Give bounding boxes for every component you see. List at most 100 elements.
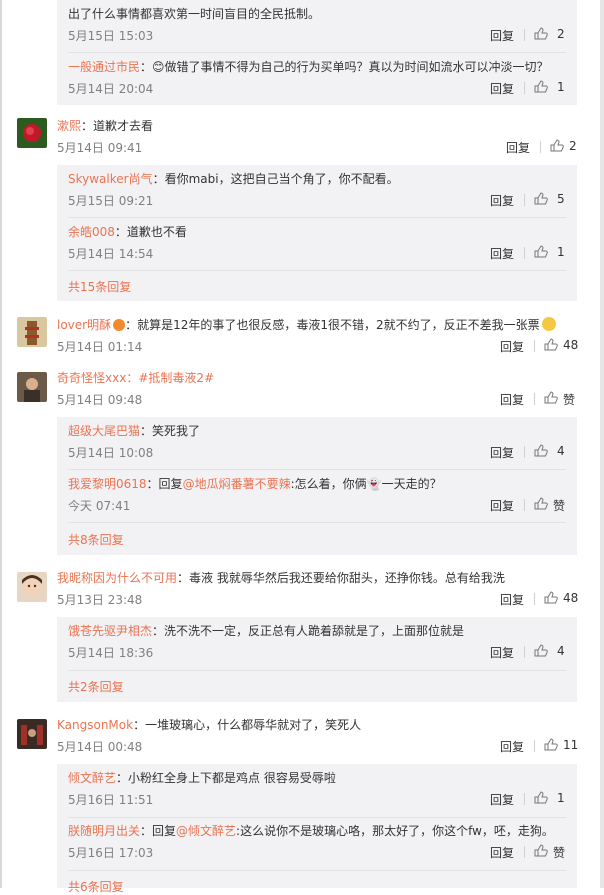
username-link[interactable]: 奇奇怪怪xxx: [57, 371, 126, 385]
reply-button[interactable]: 回复: [500, 738, 524, 755]
avatar[interactable]: [17, 372, 47, 402]
thumb-up-icon[interactable]: [544, 338, 558, 351]
more-replies-link[interactable]: 共15条回复: [68, 278, 131, 295]
hashtag-link[interactable]: ：#抵制毒液2#: [126, 371, 214, 385]
reply-button[interactable]: 回复: [500, 391, 524, 408]
thumb-up-icon[interactable]: [544, 738, 558, 751]
sub-reply-time: 5月14日 10:08: [68, 446, 154, 460]
thumb-up-icon[interactable]: [534, 497, 548, 510]
sub-reply-text: 超级大尾巴猫：笑死我了: [68, 424, 201, 438]
divider: [68, 522, 566, 523]
username-link[interactable]: 我昵称因为什么不可用: [57, 571, 177, 585]
more-replies-link[interactable]: 共6条回复: [68, 878, 124, 895]
more-replies-link[interactable]: 共2条回复: [68, 678, 124, 695]
username-link[interactable]: 余皓008: [68, 225, 115, 239]
more-replies-link[interactable]: 共8条回复: [68, 531, 124, 548]
avatar[interactable]: [17, 317, 47, 347]
vip-badge-icon: [113, 319, 126, 331]
username-link[interactable]: 倾文醉艺: [68, 771, 116, 785]
reply-button[interactable]: 回复: [490, 791, 514, 808]
username-link[interactable]: 超级大尾巴猫: [68, 424, 140, 438]
reply-button[interactable]: 回复: [490, 192, 514, 209]
username-link[interactable]: 饿苍先驱尹相杰: [68, 624, 152, 638]
like-count: 4: [557, 444, 565, 458]
username-link[interactable]: 我爱黎明0618: [68, 477, 147, 491]
sub-reply-time: 5月14日 14:54: [68, 247, 154, 261]
sub-reply-text: 倾文醉艺：小粉红全身上下都是鸡点 很容易受辱啦: [68, 771, 336, 785]
avatar[interactable]: [17, 118, 47, 148]
divider: [524, 446, 525, 458]
username-link[interactable]: lover明酥: [57, 318, 111, 332]
thumb-up-icon[interactable]: [534, 27, 548, 40]
reply-button[interactable]: 回复: [490, 444, 514, 461]
username-link[interactable]: 一般通过市民: [68, 60, 140, 74]
sub-reply-text: Skywalker尚气：看你mabi，这把自己当个角了，你不配看。: [68, 172, 399, 186]
divider: [524, 793, 525, 805]
thumb-up-icon[interactable]: [544, 591, 558, 604]
reply-list: 超级大尾巴猫：笑死我了 5月14日 10:08 回复 4 我爱黎明0618：回复…: [57, 417, 577, 555]
username-link[interactable]: KangsonMok: [57, 718, 133, 732]
like-button-label[interactable]: 赞: [553, 844, 565, 861]
thumb-up-icon[interactable]: [544, 391, 558, 404]
comment-text: 我昵称因为什么不可用：毒液 我就辱华然后我还要给你甜头，还挣你钱。总有给我洗: [57, 571, 505, 585]
mention-link[interactable]: @倾文醉艺: [176, 824, 236, 838]
thumb-up-icon[interactable]: [534, 444, 548, 457]
comment: 奇奇怪怪xxx：#抵制毒液2# 5月14日 09:48 回复 赞: [0, 364, 600, 417]
sub-reply: 超级大尾巴猫：笑死我了 5月14日 10:08 回复 4: [57, 417, 577, 470]
divider: [534, 593, 535, 605]
thumb-up-icon[interactable]: [550, 139, 564, 152]
avatar[interactable]: [17, 719, 47, 749]
like-count: 48: [563, 338, 579, 352]
like-count: 48: [563, 591, 579, 605]
reply-button[interactable]: 回复: [490, 844, 514, 861]
thumb-up-icon[interactable]: [534, 644, 548, 657]
sub-reply: 朕随明月出关：回复@倾文醉艺:这么说你不是玻璃心咯，那太好了，你这个fw，呸，走…: [57, 817, 577, 870]
reply-button[interactable]: 回复: [490, 644, 514, 661]
reply-button[interactable]: 回复: [490, 80, 514, 97]
reply-button[interactable]: 回复: [500, 591, 524, 608]
like-button-label[interactable]: 赞: [563, 391, 575, 408]
username-link[interactable]: 漱熙: [57, 119, 81, 133]
divider: [68, 670, 566, 671]
reply-button[interactable]: 回复: [506, 139, 530, 156]
thumb-up-icon[interactable]: [534, 192, 548, 205]
comment-time: 5月13日 23:48: [57, 593, 143, 607]
sub-reply-text: 我爱黎明0618：回复@地瓜焖番薯不要辣:怎么着，你俩👻一天走的？: [68, 477, 442, 491]
divider: [524, 82, 525, 94]
like-count: 2: [569, 139, 577, 153]
sub-reply-time: 5月15日 09:21: [68, 194, 154, 208]
thumb-up-icon[interactable]: [534, 791, 548, 804]
divider: [524, 247, 525, 259]
comment-text: 漱熙：道歉才去看: [57, 119, 154, 133]
username-link[interactable]: Skywalker尚气: [68, 172, 153, 186]
mention-link[interactable]: @地瓜焖番薯不要辣: [183, 477, 291, 491]
avatar[interactable]: [17, 572, 47, 602]
divider: [68, 870, 566, 871]
divider: [524, 646, 525, 658]
comment-time: 5月14日 01:14: [57, 340, 143, 354]
thumb-up-icon[interactable]: [534, 844, 548, 857]
reply-button[interactable]: 回复: [500, 338, 524, 355]
reply-button[interactable]: 回复: [490, 27, 514, 44]
sub-reply: 我爱黎明0618：回复@地瓜焖番薯不要辣:怎么着，你俩👻一天走的？ 今天 07:…: [57, 470, 577, 523]
reply-button[interactable]: 回复: [490, 245, 514, 262]
divider: [524, 499, 525, 511]
reply-list: Skywalker尚气：看你mabi，这把自己当个角了，你不配看。 5月15日 …: [57, 165, 577, 301]
sub-reply: 一般通过市民：😊做错了事情不得为自己的行为买单吗？真以为时间如流水可以冲淡一切？…: [57, 53, 577, 106]
comment: KangsonMok：一堆玻璃心，什么都辱华就对了，笑死人 5月14日 00:4…: [0, 711, 600, 764]
comment-time: 5月14日 00:48: [57, 740, 143, 754]
like-button-label[interactable]: 赞: [553, 497, 565, 514]
comment-time: 5月14日 09:48: [57, 393, 143, 407]
sub-reply-text: 一般通过市民：😊做错了事情不得为自己的行为买单吗？真以为时间如流水可以冲淡一切？: [68, 60, 549, 74]
thumb-up-icon[interactable]: [534, 245, 548, 258]
sub-reply-text: 出了什么事情都喜欢第一时间盲目的全民抵制。: [68, 7, 321, 21]
sub-reply-text: 余皓008：道歉也不看: [68, 225, 187, 239]
reply-button[interactable]: 回复: [490, 497, 514, 514]
divider: [524, 29, 525, 41]
comment-text: 奇奇怪怪xxx：#抵制毒液2#: [57, 369, 214, 386]
scrollbar[interactable]: [600, 0, 604, 888]
sub-reply: 倾文醉艺：小粉红全身上下都是鸡点 很容易受辱啦 5月16日 11:51 回复 1: [57, 764, 577, 817]
thumb-up-icon[interactable]: [534, 80, 548, 93]
username-link[interactable]: 朕随明月出关: [68, 824, 140, 838]
divider: [68, 270, 566, 271]
